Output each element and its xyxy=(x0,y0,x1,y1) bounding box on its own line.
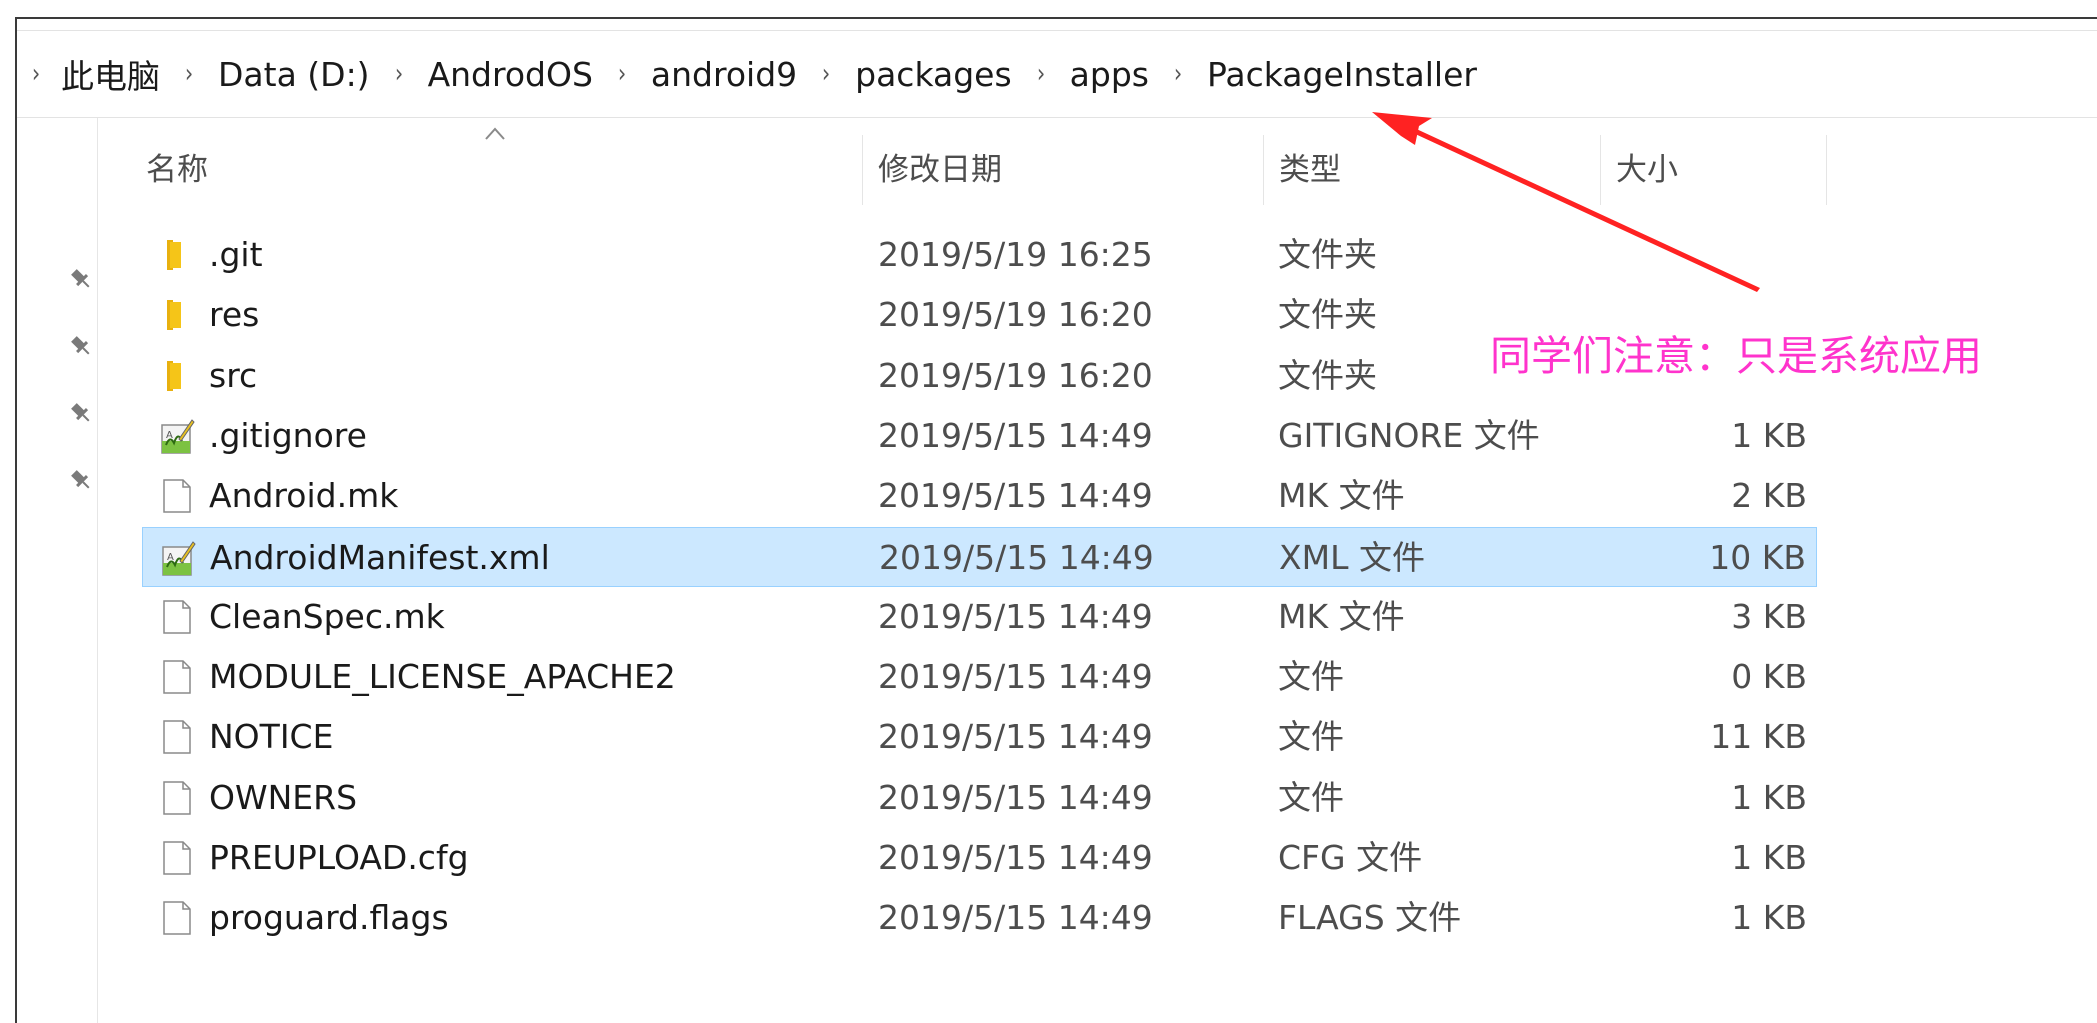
file-name: Android.mk xyxy=(209,476,399,516)
chevron-right-icon[interactable]: › xyxy=(1164,61,1191,87)
file-date-modified: 2019/5/15 14:49 xyxy=(878,657,1153,697)
pin-icon[interactable] xyxy=(67,266,95,294)
file-date-modified: 2019/5/15 14:49 xyxy=(878,777,1153,817)
file-row[interactable]: .git 2019/5/19 16:25 文件夹 xyxy=(142,225,1817,285)
column-header-row: 名称 修改日期 类型 大小 xyxy=(0,135,2097,205)
file-name: AndroidManifest.xml xyxy=(210,537,550,577)
blank-file-icon xyxy=(159,658,195,696)
column-header-date[interactable]: 修改日期 xyxy=(864,135,1264,205)
svg-text:A: A xyxy=(166,430,173,441)
chevron-right-icon[interactable]: › xyxy=(26,61,47,87)
address-bar[interactable]: › 此电脑 › Data (D:) › AndrodOS › android9 › package… xyxy=(17,30,2097,118)
blank-file-icon xyxy=(159,899,195,937)
file-name: OWNERS xyxy=(209,777,358,817)
file-name: src xyxy=(209,355,258,395)
file-row[interactable]: proguard.flags 2019/5/15 14:49 FLAGS 文件 1 K… xyxy=(142,888,1817,948)
file-type: GITIGNORE 文件 xyxy=(1278,415,1540,455)
notepad-file-icon: A xyxy=(160,539,196,577)
file-size: 1 KB xyxy=(1731,838,1807,877)
file-name: MODULE_LICENSE_APACHE2 xyxy=(209,657,676,697)
breadcrumb-item[interactable]: PackageInstaller xyxy=(1195,55,1489,94)
file-name: CleanSpec.mk xyxy=(209,596,445,636)
file-date-modified: 2019/5/19 16:20 xyxy=(878,295,1153,335)
file-type: MK 文件 xyxy=(1278,476,1405,516)
blank-file-icon xyxy=(159,718,195,756)
chevron-right-icon[interactable]: › xyxy=(385,61,412,87)
file-type: MK 文件 xyxy=(1278,596,1405,636)
folder-icon xyxy=(159,236,195,274)
file-name: proguard.flags xyxy=(209,898,449,938)
pin-icon[interactable] xyxy=(67,467,95,495)
breadcrumb-item[interactable]: packages xyxy=(843,55,1024,94)
file-type: CFG 文件 xyxy=(1278,838,1423,877)
file-size: 0 KB xyxy=(1731,657,1807,697)
chevron-right-icon[interactable]: › xyxy=(175,61,202,87)
file-row[interactable]: MODULE_LICENSE_APACHE2 2019/5/15 14:49 文件 0… xyxy=(142,647,1817,707)
breadcrumb-item[interactable]: apps xyxy=(1058,55,1161,94)
file-type: 文件 xyxy=(1278,717,1344,757)
file-name: .gitignore xyxy=(209,415,367,455)
folder-icon xyxy=(159,296,195,334)
file-date-modified: 2019/5/15 14:49 xyxy=(879,537,1154,577)
blank-file-icon xyxy=(159,598,195,636)
file-row[interactable]: A AndroidManifest.xml 2019/5/15 14:49 XML 文… xyxy=(142,526,1817,587)
file-row[interactable]: PREUPLOAD.cfg 2019/5/15 14:49 CFG 文件 1 KB xyxy=(142,828,1817,888)
breadcrumb-item[interactable]: android9 xyxy=(639,55,809,94)
pin-icon[interactable] xyxy=(67,333,95,361)
file-type: 文件 xyxy=(1278,657,1344,697)
file-name: NOTICE xyxy=(209,717,334,757)
file-size: 1 KB xyxy=(1731,898,1807,938)
file-size: 2 KB xyxy=(1731,476,1807,516)
file-size: 1 KB xyxy=(1731,415,1807,455)
annotation-text: 同学们注意：只是系统应用 xyxy=(1490,332,1982,380)
file-date-modified: 2019/5/15 14:49 xyxy=(878,596,1153,636)
chevron-right-icon[interactable]: › xyxy=(608,61,635,87)
file-row[interactable]: Android.mk 2019/5/15 14:49 MK 文件 2 KB xyxy=(142,466,1817,526)
file-date-modified: 2019/5/15 14:49 xyxy=(878,898,1153,938)
file-size: 3 KB xyxy=(1731,596,1807,636)
file-date-modified: 2019/5/19 16:25 xyxy=(878,235,1153,274)
pin-icon[interactable] xyxy=(67,400,95,428)
chevron-right-icon[interactable]: › xyxy=(1027,61,1054,87)
blank-file-icon xyxy=(159,779,195,817)
breadcrumb-item[interactable]: 此电脑 xyxy=(49,50,172,98)
column-header-size[interactable]: 大小 xyxy=(1602,135,1827,205)
file-row[interactable]: OWNERS 2019/5/15 14:49 文件 1 KB xyxy=(142,768,1817,828)
blank-file-icon xyxy=(159,477,195,515)
file-row[interactable]: NOTICE 2019/5/15 14:49 文件 11 KB xyxy=(142,707,1817,767)
file-date-modified: 2019/5/15 14:49 xyxy=(878,476,1153,516)
file-row[interactable]: A .gitignore 2019/5/15 14:49 GITIGNORE 文件 1 … xyxy=(142,406,1817,466)
blank-file-icon xyxy=(159,839,195,877)
file-type: XML 文件 xyxy=(1279,537,1425,577)
svg-text:A: A xyxy=(167,552,174,563)
file-name: res xyxy=(209,295,260,335)
navigation-pane xyxy=(17,118,98,1023)
file-type: 文件 xyxy=(1278,777,1344,817)
file-date-modified: 2019/5/15 14:49 xyxy=(878,415,1153,455)
file-name: PREUPLOAD.cfg xyxy=(209,838,469,877)
file-size: 1 KB xyxy=(1731,777,1807,817)
chevron-right-icon[interactable]: › xyxy=(813,61,840,87)
column-header-type[interactable]: 类型 xyxy=(1265,135,1601,205)
file-type: FLAGS 文件 xyxy=(1278,898,1462,938)
file-date-modified: 2019/5/19 16:20 xyxy=(878,355,1153,395)
file-type: 文件夹 xyxy=(1278,355,1377,395)
file-row[interactable]: CleanSpec.mk 2019/5/15 14:49 MK 文件 3 KB xyxy=(142,587,1817,647)
file-size: 11 KB xyxy=(1710,717,1807,757)
file-size: 10 KB xyxy=(1709,537,1806,577)
breadcrumb-item[interactable]: Data (D:) xyxy=(206,55,382,94)
breadcrumb-item[interactable]: AndrodOS xyxy=(416,55,605,94)
file-type: 文件夹 xyxy=(1278,235,1377,274)
file-date-modified: 2019/5/15 14:49 xyxy=(878,717,1153,757)
folder-icon xyxy=(159,357,195,395)
file-name: .git xyxy=(209,235,263,274)
file-date-modified: 2019/5/15 14:49 xyxy=(878,838,1153,877)
notepad-file-icon: A xyxy=(159,417,195,455)
file-type: 文件夹 xyxy=(1278,295,1377,335)
column-header-name[interactable]: 名称 xyxy=(132,135,863,205)
